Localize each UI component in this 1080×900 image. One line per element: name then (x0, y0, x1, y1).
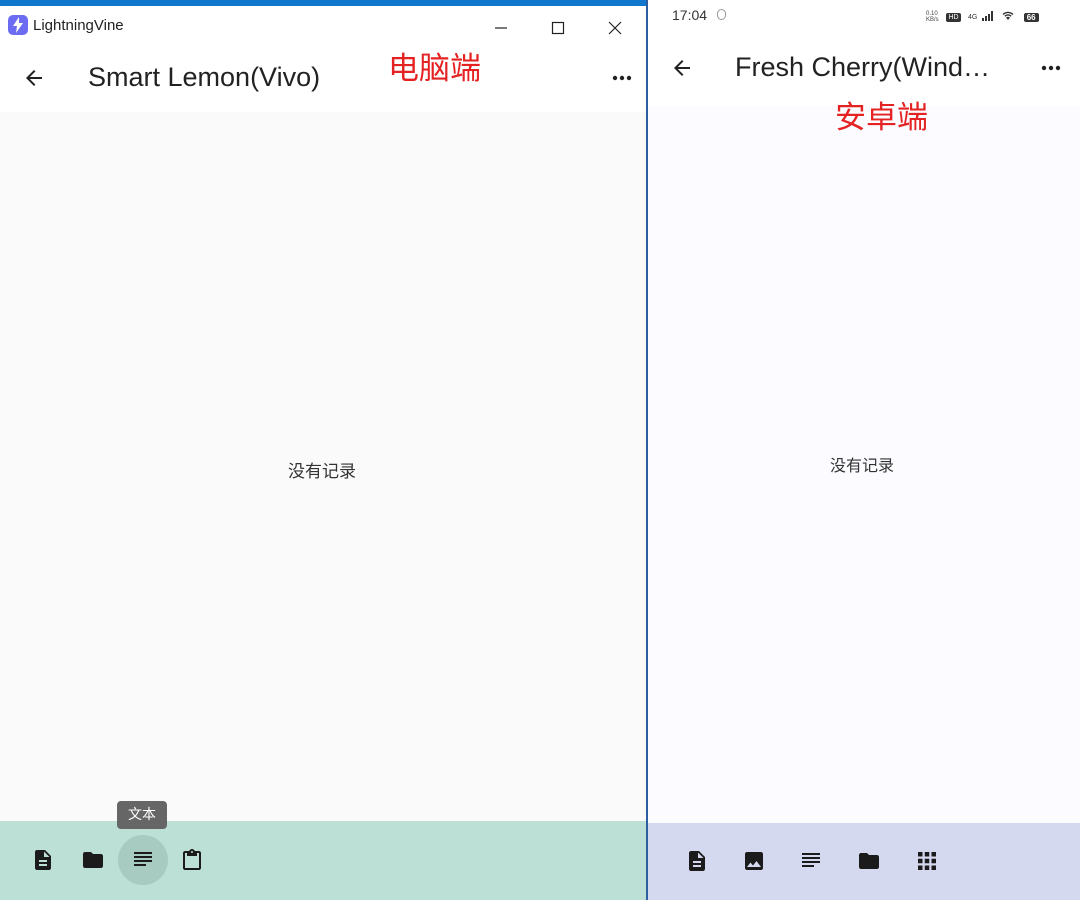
file-document-icon (689, 851, 705, 871)
text-button-tooltip: 文本 (117, 801, 167, 829)
network-speed: 0.10 KB/s (926, 11, 939, 23)
send-clipboard-button[interactable] (167, 835, 217, 885)
signal-icon: 4G (968, 13, 978, 21)
page-title: Smart Lemon(Vivo) (88, 62, 321, 92)
platform-annotation: 安卓端 (835, 100, 928, 136)
wifi-icon (1001, 8, 1015, 26)
status-time: 17:04 (672, 7, 708, 23)
image-icon (745, 852, 763, 870)
close-button[interactable] (592, 12, 638, 44)
send-text-button[interactable] (786, 836, 836, 886)
desktop-window: LightningVine Smart Lemon(Vivo) 电脑端 没有记录 (0, 0, 646, 900)
app-name: LightningVine (33, 17, 124, 34)
app-bar: Smart Lemon(Vivo) (0, 44, 646, 112)
send-folder-button[interactable] (68, 835, 118, 885)
text-lines-icon (134, 852, 152, 866)
empty-state-message: 没有记录 (288, 462, 356, 482)
platform-annotation: 电脑端 (388, 51, 481, 87)
send-app-button[interactable] (902, 836, 952, 886)
more-options-button[interactable] (1031, 48, 1071, 88)
signal-bars-icon (981, 8, 994, 26)
empty-state-message: 没有记录 (830, 456, 895, 475)
apps-grid-icon (918, 852, 936, 870)
send-folder-button[interactable] (844, 836, 894, 886)
minimize-button[interactable] (478, 12, 524, 44)
status-icons: 0.10 KB/s HD 4G 66 (926, 8, 1039, 23)
more-horiz-icon (612, 75, 632, 81)
bottom-action-bar (0, 821, 646, 900)
window-titlebar[interactable]: LightningVine (0, 6, 646, 44)
folder-icon (83, 852, 103, 868)
back-button[interactable] (14, 58, 54, 98)
file-document-icon (35, 850, 51, 870)
send-text-button[interactable] (118, 835, 168, 885)
maximize-button[interactable] (535, 12, 581, 44)
notification-icon (717, 9, 726, 20)
send-image-button[interactable] (729, 836, 779, 886)
hd-icon: HD (946, 12, 961, 22)
more-horiz-icon (1041, 65, 1061, 71)
bottom-action-bar (648, 823, 1080, 900)
text-lines-icon (802, 853, 820, 867)
battery-icon: 66 (1023, 12, 1039, 22)
mobile-screen: 17:04 0.10 KB/s HD 4G 66 Fresh Cherry(Wi… (648, 0, 1080, 900)
lightning-logo-icon (8, 15, 28, 35)
clipboard-icon (183, 849, 201, 870)
send-file-button[interactable] (672, 836, 722, 886)
arrow-back-icon (674, 60, 690, 76)
arrow-back-icon (26, 70, 42, 86)
folder-icon (859, 853, 879, 869)
back-button[interactable] (662, 48, 702, 88)
send-file-button[interactable] (18, 835, 68, 885)
page-title: Fresh Cherry(Wind… (735, 52, 991, 82)
status-bar: 17:04 0.10 KB/s HD 4G 66 (648, 0, 1080, 30)
more-options-button[interactable] (602, 58, 642, 98)
